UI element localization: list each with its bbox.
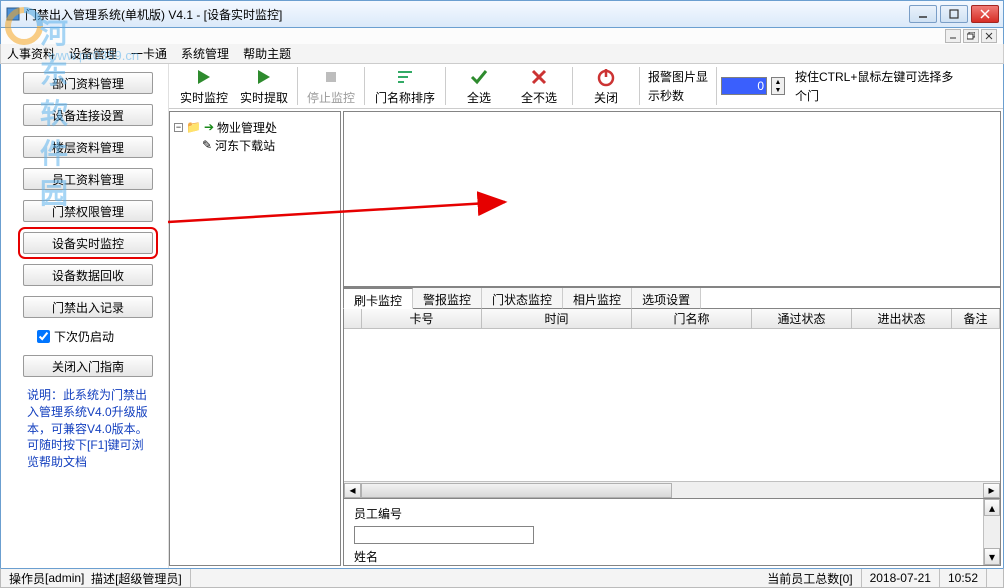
status-date: 2018-07-21 — [862, 569, 940, 587]
scroll-right-icon[interactable]: ▸ — [983, 483, 1000, 498]
spinner-buttons[interactable]: ▲▼ — [771, 77, 785, 95]
tbtn-extract[interactable]: 实时提取 — [235, 64, 293, 108]
scroll-thumb[interactable] — [361, 483, 672, 498]
menu-system[interactable]: 系统管理 — [181, 45, 229, 62]
tab-photo[interactable]: 相片监控 — [563, 288, 632, 309]
power-icon — [596, 67, 616, 87]
menu-card[interactable]: 一卡通 — [131, 45, 167, 62]
titlebar: 门禁出入管理系统(单机版) V4.1 - [设备实时监控] — [0, 0, 1004, 28]
tabs: 刷卡监控 警报监控 门状态监控 相片监控 选项设置 — [343, 287, 1001, 309]
check-icon — [469, 67, 489, 87]
col-cardno[interactable]: 卡号 — [362, 309, 482, 328]
menu-device[interactable]: 设备管理 — [69, 45, 117, 62]
emp-no-label: 员工编号 — [354, 505, 402, 522]
tbtn-close[interactable]: 关闭 — [577, 64, 635, 108]
tbtn-selectnone[interactable]: 全不选 — [510, 64, 568, 108]
arrow-icon: ➔ — [204, 120, 214, 134]
grid: 卡号 时间 门名称 通过状态 进出状态 备注 ◂ ▸ — [343, 309, 1001, 499]
v-scrollbar[interactable]: ▴ ▾ — [983, 499, 1000, 565]
mdi-restore-button[interactable] — [963, 29, 979, 43]
col-pass[interactable]: 通过状态 — [752, 309, 852, 328]
tree-panel[interactable]: − 📁 ➔ 物业管理处 ✎ 河东下载站 — [169, 111, 341, 566]
sidebar-btn-emp[interactable]: 员工资料管理 — [23, 168, 153, 190]
col-inout[interactable]: 进出状态 — [852, 309, 952, 328]
grid-header: 卡号 时间 门名称 通过状态 进出状态 备注 — [344, 309, 1000, 329]
tree-child[interactable]: ✎ 河东下载站 — [174, 136, 336, 154]
minimize-button[interactable] — [909, 5, 937, 23]
app-icon — [5, 6, 21, 22]
play-icon — [254, 67, 274, 87]
col-remark[interactable]: 备注 — [952, 309, 1000, 328]
stop-icon — [321, 67, 341, 87]
emp-no-input[interactable] — [354, 526, 534, 544]
sidebar-btn-log[interactable]: 门禁出入记录 — [23, 296, 153, 318]
status-operator: 操作员[admin] 描述[超级管理员] — [1, 569, 191, 587]
status-count: 当前员工总数[0] — [759, 569, 861, 587]
window-title: 门禁出入管理系统(单机版) V4.1 - [设备实时监控] — [25, 6, 909, 23]
alarm-seconds-input[interactable] — [721, 77, 767, 95]
sidebar-btn-recycle[interactable]: 设备数据回收 — [23, 264, 153, 286]
menubar: 人事资料 设备管理 一卡通 系统管理 帮助主题 — [0, 44, 1004, 64]
tbtn-sort[interactable]: 门名称排序 — [369, 64, 441, 108]
alarm-seconds-label: 报警图片显 示秒数 — [644, 68, 712, 104]
autostart-label: 下次仍启动 — [54, 328, 114, 345]
sort-icon — [395, 67, 415, 87]
tab-door[interactable]: 门状态监控 — [482, 288, 563, 309]
statusbar: 操作员[admin] 描述[超级管理员] 当前员工总数[0] 2018-07-2… — [0, 568, 1004, 588]
name-label: 姓名 — [354, 548, 378, 565]
mdi-close-button[interactable] — [981, 29, 997, 43]
tree-root[interactable]: − 📁 ➔ 物业管理处 — [174, 118, 336, 136]
menu-help[interactable]: 帮助主题 — [243, 45, 291, 62]
edit-icon: ✎ — [202, 138, 212, 152]
tbtn-stop: 停止监控 — [302, 64, 360, 108]
tbtn-selectall[interactable]: 全选 — [450, 64, 508, 108]
sidebar-btn-floor[interactable]: 楼层资料管理 — [23, 136, 153, 158]
collapse-icon[interactable]: − — [174, 123, 183, 132]
mdi-bar — [0, 28, 1004, 44]
cross-icon — [529, 67, 549, 87]
sidebar-btn-dept[interactable]: 部门资料管理 — [23, 72, 153, 94]
scroll-left-icon[interactable]: ◂ — [344, 483, 361, 498]
detail-panel: 员工编号 姓名 — [344, 499, 983, 565]
col-door[interactable]: 门名称 — [632, 309, 752, 328]
h-scrollbar[interactable]: ◂ ▸ — [344, 481, 1000, 498]
main: 实时监控 实时提取 停止监控 门名称排序 全选 — [169, 64, 1003, 568]
close-button[interactable] — [971, 5, 999, 23]
scroll-down-icon[interactable]: ▾ — [984, 548, 1000, 565]
play-icon — [194, 67, 214, 87]
toolbar: 实时监控 实时提取 停止监控 门名称排序 全选 — [169, 64, 1003, 109]
sidebar-btn-monitor[interactable]: 设备实时监控 — [23, 232, 153, 254]
sidebar-help-text: 说明：此系统为门禁出入管理系统V4.0升级版本，可兼容V4.0版本。可随时按下[… — [23, 387, 158, 471]
col-time[interactable]: 时间 — [482, 309, 632, 328]
mdi-minimize-button[interactable] — [945, 29, 961, 43]
tab-card[interactable]: 刷卡监控 — [343, 288, 413, 309]
folder-icon: 📁 — [186, 120, 201, 134]
sidebar-btn-perm[interactable]: 门禁权限管理 — [23, 200, 153, 222]
alarm-seconds-spinner[interactable]: ▲▼ — [721, 77, 785, 95]
door-canvas[interactable] — [343, 111, 1001, 287]
tab-alarm[interactable]: 警报监控 — [413, 288, 482, 309]
tbtn-realtime[interactable]: 实时监控 — [175, 64, 233, 108]
menu-personnel[interactable]: 人事资料 — [7, 45, 55, 62]
status-time: 10:52 — [940, 569, 987, 587]
autostart-checkbox[interactable] — [37, 330, 50, 343]
sidebar: 部门资料管理 设备连接设置 楼层资料管理 员工资料管理 门禁权限管理 设备实时监… — [1, 64, 169, 568]
multi-select-hint: 按住CTRL+鼠标左键可选择多 个门 — [791, 68, 957, 104]
sidebar-btn-close-guide[interactable]: 关闭入门指南 — [23, 355, 153, 377]
grid-body[interactable] — [344, 329, 1000, 481]
sidebar-btn-conn[interactable]: 设备连接设置 — [23, 104, 153, 126]
maximize-button[interactable] — [940, 5, 968, 23]
sidebar-checkbox-autostart[interactable]: 下次仍启动 — [37, 328, 158, 345]
tab-options[interactable]: 选项设置 — [632, 288, 701, 309]
scroll-up-icon[interactable]: ▴ — [984, 499, 1000, 516]
